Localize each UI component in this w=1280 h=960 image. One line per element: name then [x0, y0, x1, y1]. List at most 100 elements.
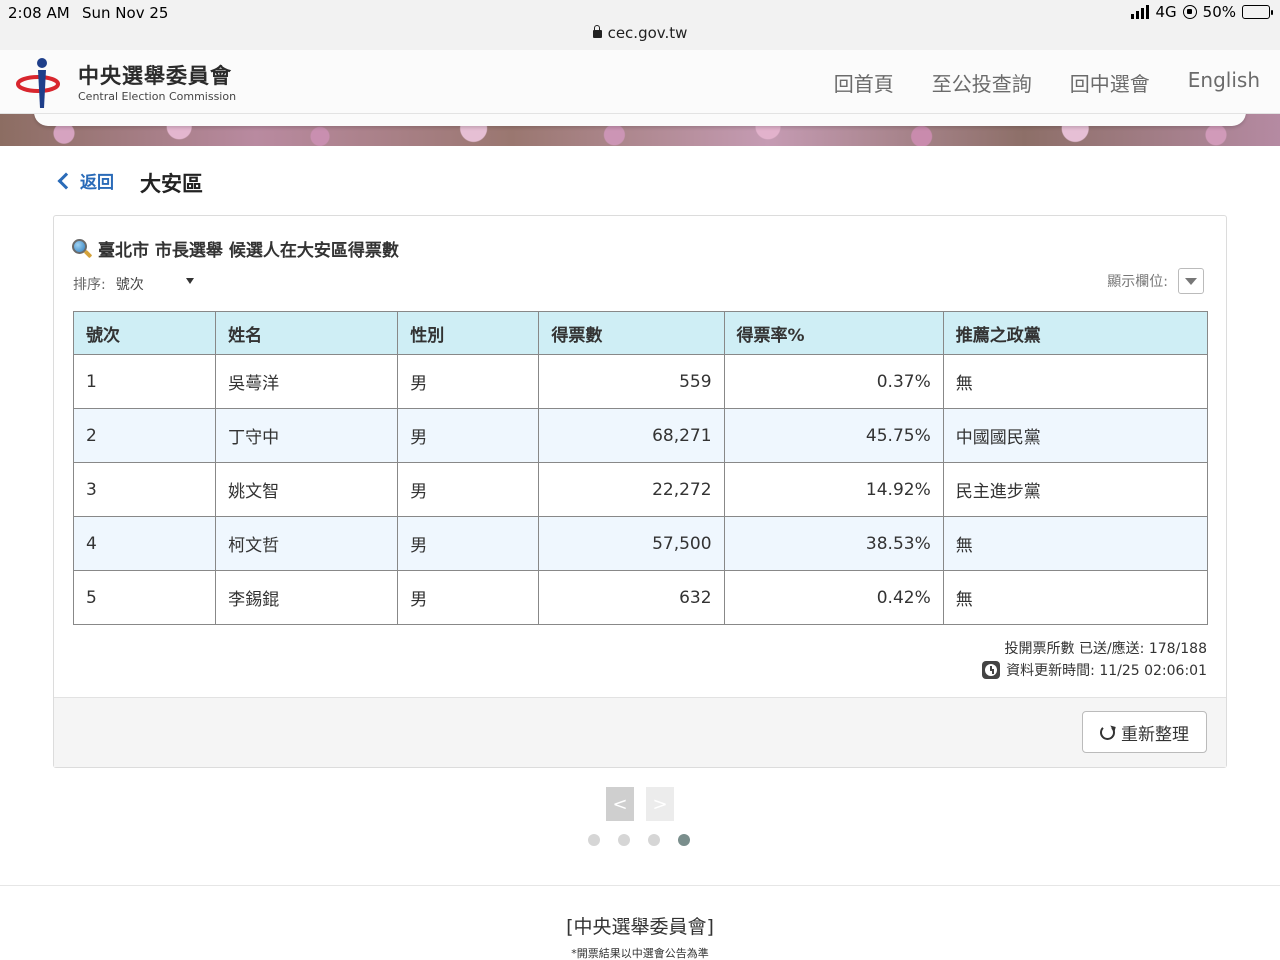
cell-gender: 男: [397, 462, 540, 517]
page-dot[interactable]: [618, 834, 630, 846]
page-dot[interactable]: [588, 834, 600, 846]
table-row: 3 姚文智 男 22,272 14.92% 民主進步黨: [72, 462, 1209, 517]
battery-icon: [1242, 5, 1273, 19]
update-time-row: 資料更新時間: 11/25 02:06:01: [982, 660, 1207, 682]
table-row: 5 李錫錕 男 632 0.42% 無: [72, 570, 1209, 625]
status-bar: 2:08 AM Sun Nov 25 4G 50% cec.gov.tw: [0, 0, 1280, 50]
col-header-percent[interactable]: 得票率%: [723, 311, 944, 355]
network-label: 4G: [1155, 3, 1177, 21]
sort-select[interactable]: 號次: [116, 274, 186, 294]
prev-page-button[interactable]: <: [606, 787, 634, 821]
cell-votes: 68,271: [538, 408, 725, 463]
cell-percent: 38.53%: [723, 516, 944, 571]
results-panel: 臺北市 市長選舉 候選人在大安區得票數 排序: 號次 顯示欄位: 號次 姓名 性…: [53, 215, 1227, 768]
back-label: 返回: [80, 173, 114, 193]
cell-party: 民主進步黨: [942, 462, 1209, 517]
col-header-gender[interactable]: 性別: [397, 311, 540, 355]
cell-number: 5: [72, 570, 217, 625]
cell-name: 丁守中: [215, 408, 399, 463]
cell-percent: 0.42%: [723, 570, 944, 625]
status-date: Sun Nov 25: [82, 4, 169, 22]
report-stats: 投開票所數 已送/應送: 178/188 資料更新時間: 11/25 02:06…: [982, 638, 1207, 682]
cell-party: 無: [942, 516, 1209, 571]
signal-icon: [1131, 5, 1150, 19]
cell-party: 無: [942, 354, 1209, 409]
cell-gender: 男: [397, 408, 540, 463]
logo-title-zh: 中央選舉委員會: [78, 64, 232, 88]
columns-label: 顯示欄位:: [1107, 274, 1168, 290]
panel-heading-text: 臺北市 市長選舉 候選人在大安區得票數: [98, 241, 399, 261]
refresh-button[interactable]: 重新整理: [1082, 711, 1207, 753]
site-header: 中央選舉委員會 Central Election Commission 回首頁 …: [0, 50, 1280, 114]
cell-gender: 男: [397, 570, 540, 625]
sort-control[interactable]: 排序: 號次: [73, 274, 194, 294]
col-header-name[interactable]: 姓名: [215, 311, 399, 355]
columns-control: 顯示欄位:: [1107, 268, 1204, 294]
panel-heading: 臺北市 市長選舉 候選人在大安區得票數: [72, 236, 399, 261]
cell-percent: 45.75%: [723, 408, 944, 463]
caret-down-icon: [185, 278, 194, 284]
col-header-party[interactable]: 推薦之政黨: [942, 311, 1209, 355]
cell-number: 2: [72, 408, 217, 463]
top-nav: 回首頁 至公投查詢 回中選會 English: [834, 68, 1260, 97]
page-indicator: [588, 834, 690, 846]
status-right: 4G 50%: [1131, 3, 1273, 21]
page-dot[interactable]: [648, 834, 660, 846]
page-dot-active[interactable]: [678, 834, 690, 846]
next-page-button[interactable]: >: [646, 787, 674, 821]
rotation-lock-icon: [1182, 5, 1197, 19]
chevron-down-icon: [1185, 277, 1197, 285]
url-text: cec.gov.tw: [607, 24, 688, 42]
cell-name: 李錫錕: [215, 570, 399, 625]
footer-divider: [0, 885, 1280, 886]
clock-icon: [982, 661, 1001, 679]
back-button[interactable]: 返回: [56, 168, 114, 193]
cell-name: 柯文哲: [215, 516, 399, 571]
cell-votes: 559: [538, 354, 725, 409]
cell-party: 中國國民黨: [942, 408, 1209, 463]
magnifier-icon: [72, 238, 93, 259]
col-header-votes[interactable]: 得票數: [538, 311, 725, 355]
cell-votes: 632: [538, 570, 725, 625]
footer-note: *開票結果以中選會公告為準: [571, 947, 709, 960]
sort-label: 排序:: [73, 277, 106, 293]
table-header-row: 號次 姓名 性別 得票數 得票率% 推薦之政黨: [72, 311, 1209, 355]
cell-percent: 14.92%: [723, 462, 944, 517]
stations-reported: 投開票所數 已送/應送: 178/188: [1004, 641, 1208, 657]
results-table: 號次 姓名 性別 得票數 得票率% 推薦之政黨 1 吳蕚洋 男 559 0.37…: [72, 311, 1209, 625]
cell-party: 無: [942, 570, 1209, 625]
panel-footer: 重新整理: [54, 697, 1226, 767]
refresh-icon: [1100, 724, 1115, 740]
page-title: 大安區: [140, 172, 203, 196]
cell-name: 姚文智: [215, 462, 399, 517]
cell-gender: 男: [397, 354, 540, 409]
cell-number: 3: [72, 462, 217, 517]
lock-icon: [592, 25, 602, 38]
refresh-label: 重新整理: [1121, 724, 1189, 745]
nav-english[interactable]: English: [1188, 68, 1260, 97]
cell-number: 1: [72, 354, 217, 409]
cell-percent: 0.37%: [723, 354, 944, 409]
nav-referendum[interactable]: 至公投查詢: [932, 68, 1032, 97]
cell-votes: 57,500: [538, 516, 725, 571]
nav-home[interactable]: 回首頁: [834, 68, 894, 97]
table-row: 1 吳蕚洋 男 559 0.37% 無: [72, 354, 1209, 409]
col-header-number[interactable]: 號次: [72, 311, 217, 355]
status-time: 2:08 AM: [8, 4, 70, 22]
nav-cec[interactable]: 回中選會: [1070, 68, 1150, 97]
cell-number: 4: [72, 516, 217, 571]
columns-dropdown-button[interactable]: [1178, 268, 1204, 294]
table-row: 2 丁守中 男 68,271 45.75% 中國國民黨: [72, 408, 1209, 463]
battery-percent: 50%: [1202, 3, 1236, 21]
cell-votes: 22,272: [538, 462, 725, 517]
address-bar[interactable]: cec.gov.tw: [0, 24, 1280, 42]
update-time: 資料更新時間: 11/25 02:06:01: [1006, 663, 1207, 679]
cell-name: 吳蕚洋: [215, 354, 399, 409]
logo[interactable]: 中央選舉委員會 Central Election Commission: [16, 54, 256, 112]
footer-title: [中央選舉委員會]: [566, 916, 714, 938]
cell-gender: 男: [397, 516, 540, 571]
logo-title-en: Central Election Commission: [78, 90, 237, 103]
chevron-left-icon: [57, 172, 75, 189]
cec-logo-icon: [16, 58, 60, 108]
table-row: 4 柯文哲 男 57,500 38.53% 無: [72, 516, 1209, 571]
